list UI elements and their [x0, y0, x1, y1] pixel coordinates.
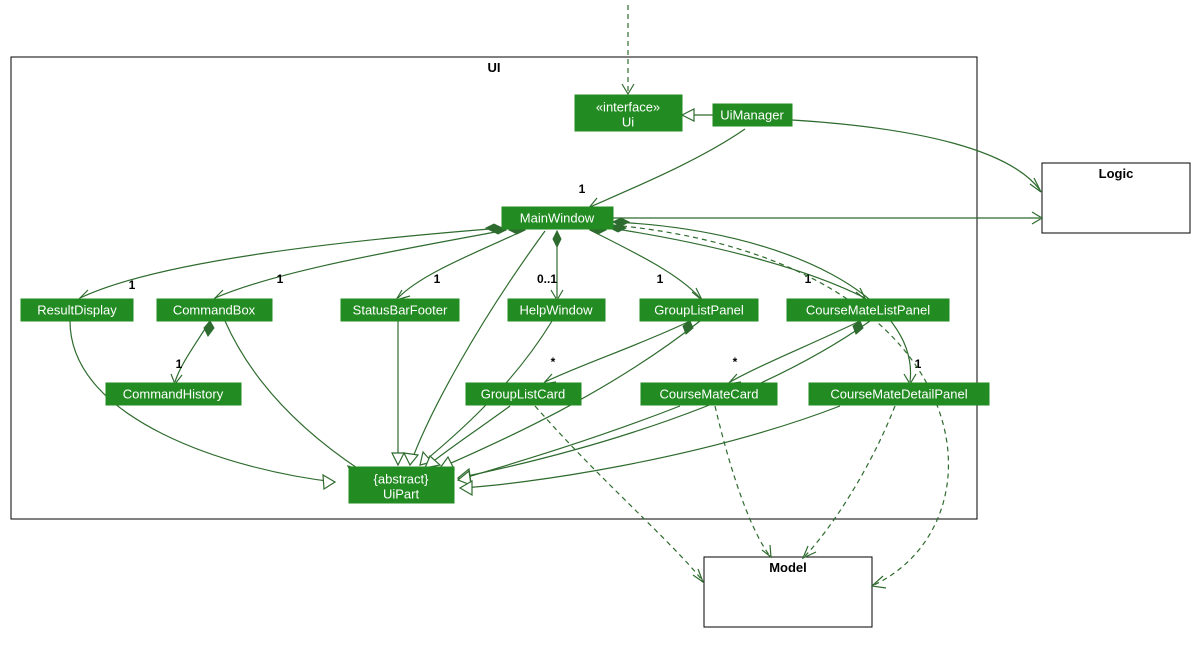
class-ui-interface: «interface» Ui	[575, 95, 682, 131]
package-logic-label: Logic	[1099, 166, 1134, 181]
ui-stereotype: «interface»	[596, 99, 660, 114]
svg-text:ResultDisplay: ResultDisplay	[37, 302, 117, 317]
class-course-mate-detail-panel: CourseMateDetailPanel	[809, 383, 989, 405]
class-course-mate-list-panel: CourseMateListPanel	[787, 299, 949, 321]
svg-text:CommandBox: CommandBox	[173, 302, 256, 317]
svg-text:MainWindow: MainWindow	[520, 210, 595, 225]
mult-sbf: 1	[434, 272, 441, 286]
svg-text:CommandHistory: CommandHistory	[123, 386, 224, 401]
package-model-label: Model	[769, 560, 807, 575]
svg-text:CourseMateDetailPanel: CourseMateDetailPanel	[830, 386, 967, 401]
class-command-history: CommandHistory	[106, 383, 241, 405]
class-group-list-panel: GroupListPanel	[640, 299, 758, 321]
class-ui-part: {abstract} UiPart	[349, 467, 454, 503]
class-status-bar-footer: StatusBarFooter	[341, 299, 459, 321]
svg-text:CourseMateListPanel: CourseMateListPanel	[806, 302, 930, 317]
mult-cmc: *	[733, 355, 738, 369]
class-main-window: MainWindow	[502, 207, 613, 229]
class-group-list-card: GroupListCard	[466, 383, 581, 405]
uipart-name: UiPart	[383, 486, 420, 501]
svg-text:CourseMateCard: CourseMateCard	[660, 386, 759, 401]
mult-mainwindow: 1	[579, 182, 586, 196]
uipart-stereotype: {abstract}	[374, 471, 430, 486]
uml-diagram: UI Logic Model 1 1 1 1 0..1 1	[0, 0, 1197, 659]
package-ui	[11, 57, 977, 519]
mult-glp: 1	[657, 272, 664, 286]
svg-text:StatusBarFooter: StatusBarFooter	[353, 302, 448, 317]
svg-text:HelpWindow: HelpWindow	[520, 302, 594, 317]
mult-rd: 1	[129, 278, 136, 292]
mult-cmdp: 1	[915, 357, 922, 371]
mult-glc: *	[551, 355, 556, 369]
class-help-window: HelpWindow	[508, 299, 605, 321]
svg-text:UiManager: UiManager	[720, 107, 784, 122]
mult-cb: 1	[277, 272, 284, 286]
package-ui-label: UI	[488, 60, 501, 75]
svg-text:GroupListCard: GroupListCard	[481, 386, 566, 401]
class-command-box: CommandBox	[157, 299, 272, 321]
ui-name: Ui	[622, 114, 634, 129]
class-course-mate-card: CourseMateCard	[641, 383, 777, 405]
svg-text:GroupListPanel: GroupListPanel	[654, 302, 744, 317]
mult-hw: 0..1	[537, 272, 557, 286]
mult-ch: 1	[176, 357, 183, 371]
class-result-display: ResultDisplay	[21, 299, 133, 321]
mult-cmlp: 1	[805, 272, 812, 286]
class-ui-manager: UiManager	[713, 104, 792, 126]
